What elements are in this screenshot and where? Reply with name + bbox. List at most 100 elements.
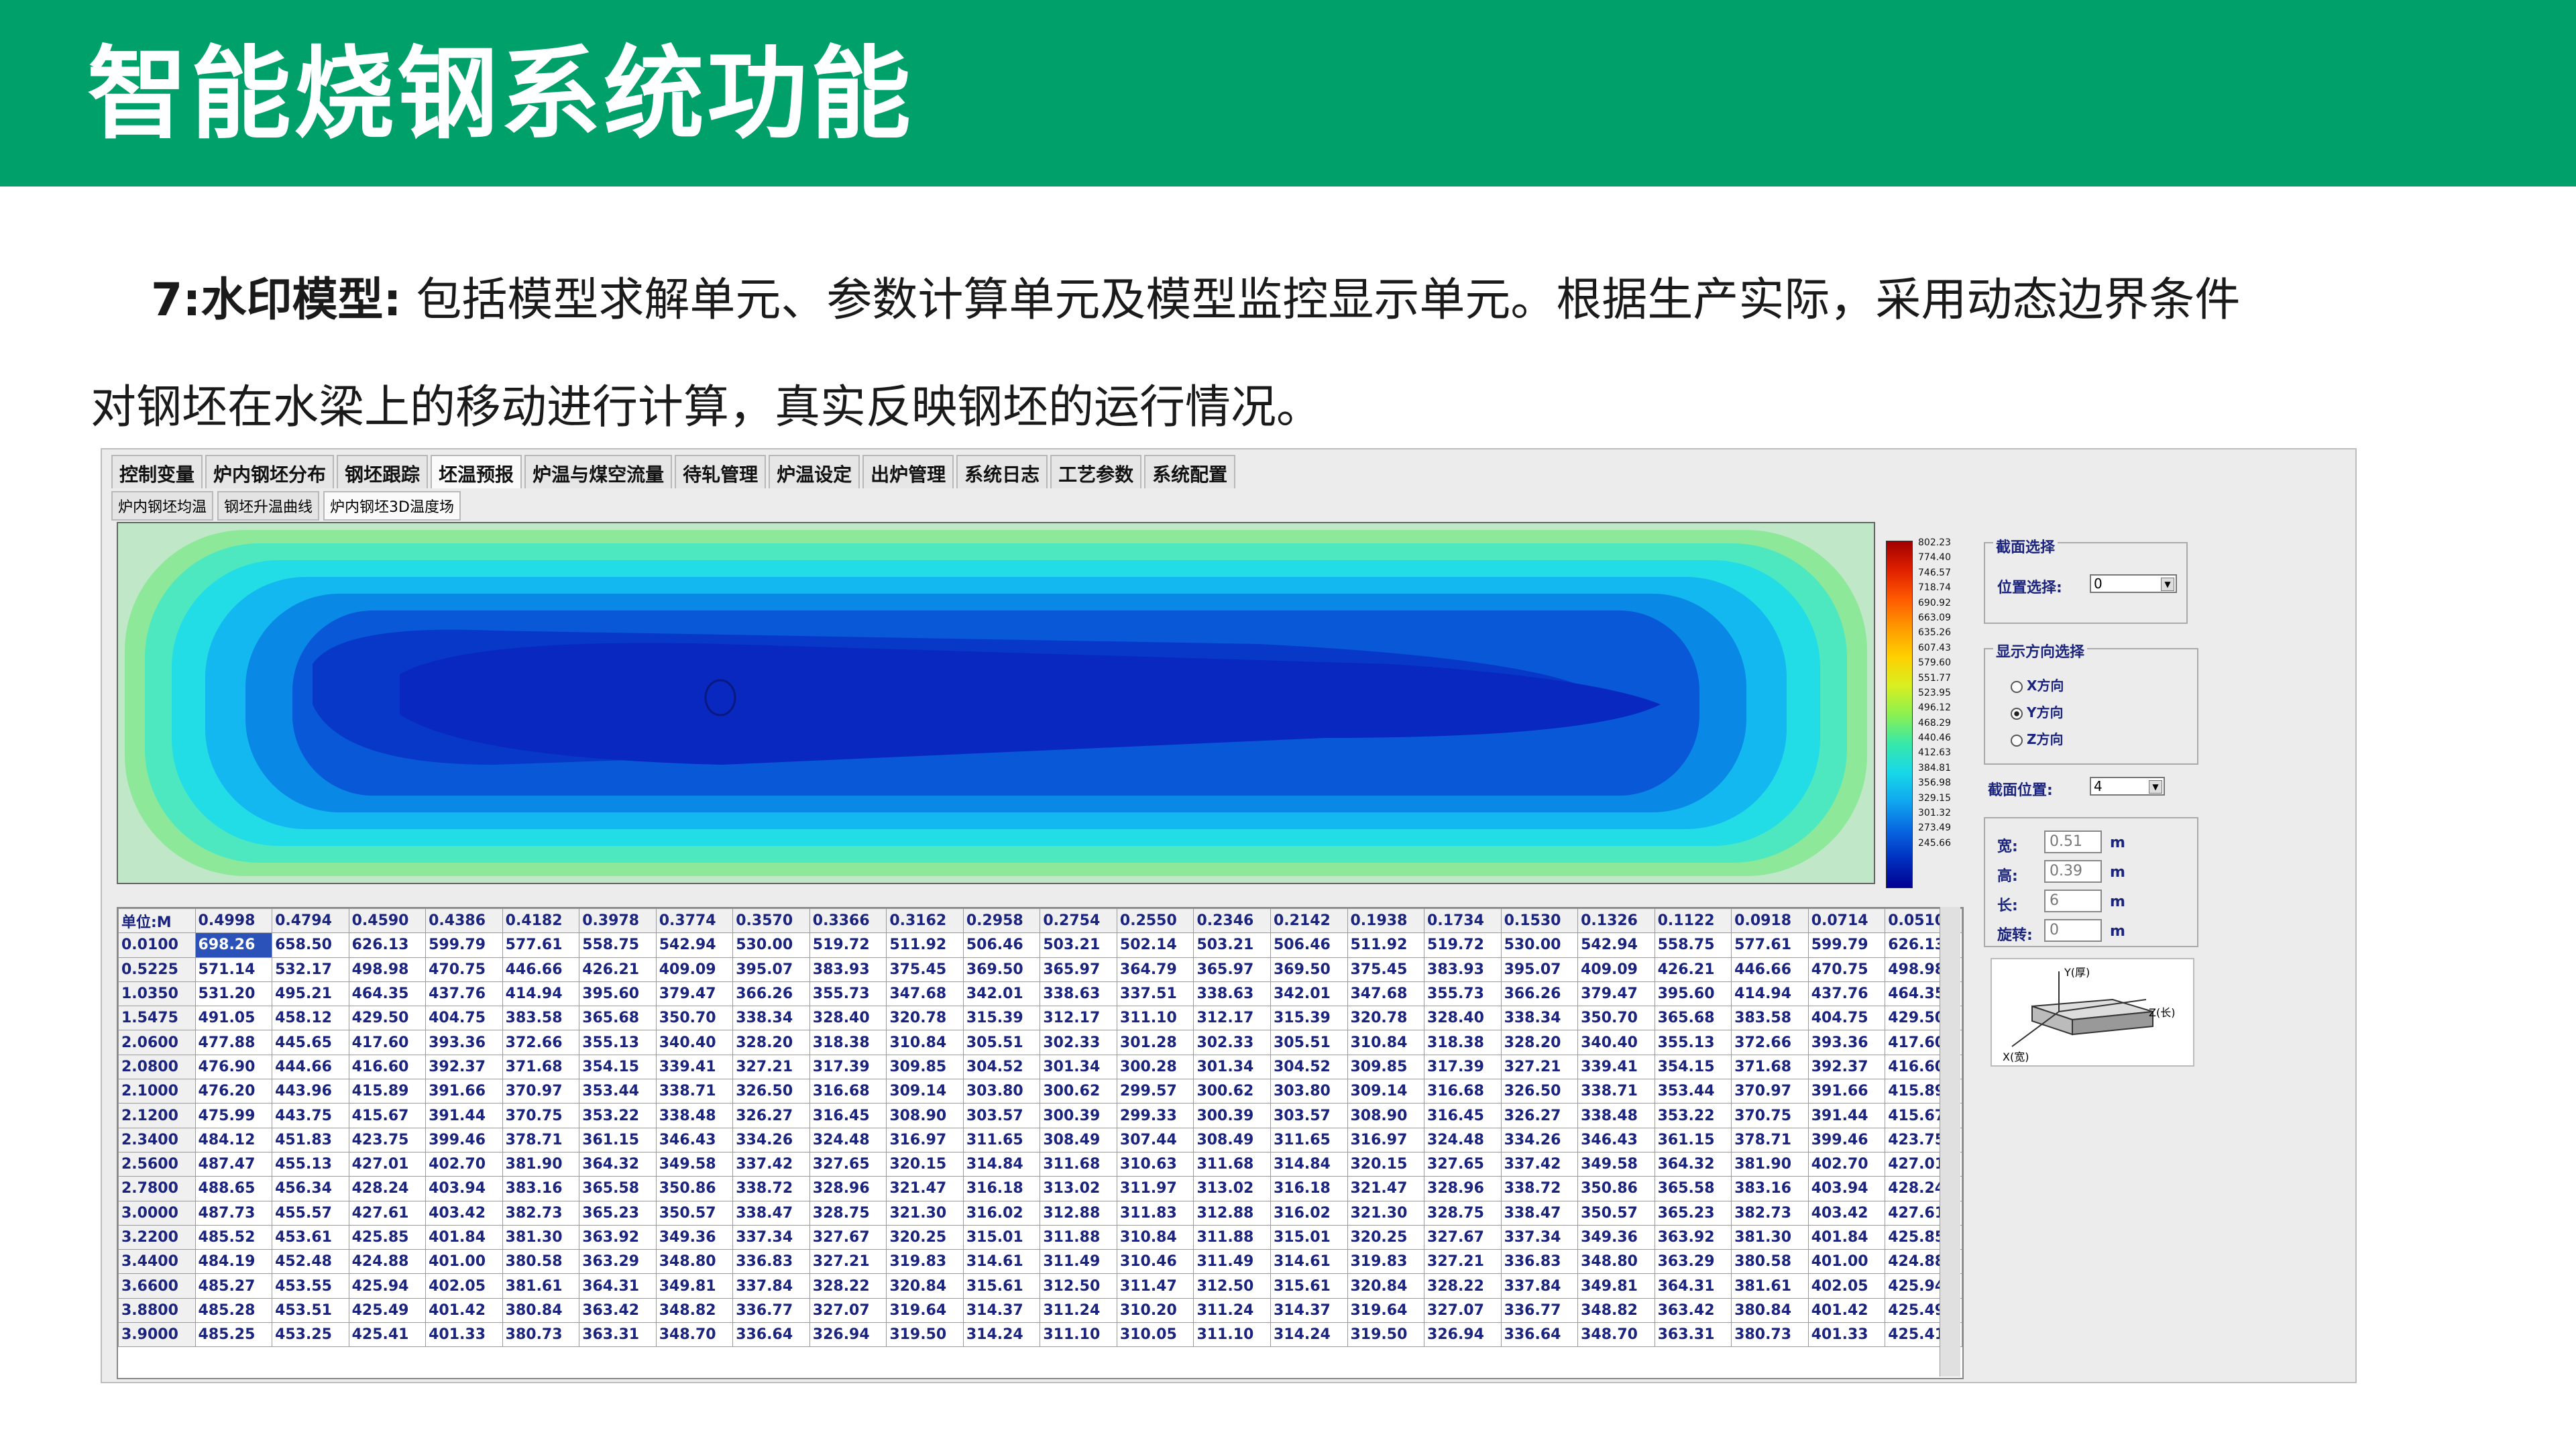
table-cell[interactable]: 308.49 xyxy=(1040,1127,1117,1152)
table-cell[interactable]: 350.70 xyxy=(655,1006,734,1031)
table-cell[interactable]: 444.66 xyxy=(272,1054,349,1080)
table-cell[interactable]: 530.00 xyxy=(1500,932,1579,958)
table-cell[interactable]: 379.47 xyxy=(655,981,734,1007)
table-cell[interactable]: 336.77 xyxy=(732,1297,810,1324)
row-header-cell[interactable]: 3.8800 xyxy=(118,1297,196,1324)
row-header-cell[interactable]: 3.2200 xyxy=(118,1224,196,1250)
table-cell[interactable]: 326.94 xyxy=(1424,1322,1502,1348)
table-cell[interactable]: 348.80 xyxy=(655,1249,734,1275)
table-cell[interactable]: 313.02 xyxy=(1193,1176,1271,1201)
table-cell[interactable]: 491.05 xyxy=(194,1006,273,1031)
table-header-cell[interactable]: 0.0918 xyxy=(1731,908,1809,934)
table-cell[interactable]: 365.23 xyxy=(579,1200,657,1226)
table-cell[interactable]: 571.14 xyxy=(194,957,273,982)
table-cell[interactable]: 370.97 xyxy=(1731,1079,1809,1104)
table-cell[interactable]: 429.50 xyxy=(348,1006,427,1031)
table-cell[interactable]: 319.83 xyxy=(1347,1249,1425,1275)
table-cell[interactable]: 321.47 xyxy=(886,1176,964,1201)
table-cell[interactable]: 348.70 xyxy=(655,1322,734,1348)
table-cell[interactable]: 311.83 xyxy=(1116,1200,1194,1226)
table-cell[interactable]: 303.57 xyxy=(1270,1103,1348,1128)
direction-radio-1[interactable]: Y方向 xyxy=(2011,702,2063,721)
table-cell[interactable]: 380.84 xyxy=(1731,1297,1809,1324)
table-cell[interactable]: 321.47 xyxy=(1347,1176,1425,1201)
table-cell[interactable]: 311.24 xyxy=(1193,1297,1271,1324)
table-cell[interactable]: 327.67 xyxy=(809,1224,887,1250)
table-cell[interactable]: 336.64 xyxy=(1500,1322,1579,1348)
tab-7[interactable]: 出炉管理 xyxy=(862,455,954,488)
table-cell[interactable]: 311.47 xyxy=(1116,1273,1194,1299)
table-cell[interactable]: 392.37 xyxy=(1807,1054,1886,1080)
table-cell[interactable]: 451.83 xyxy=(272,1127,349,1152)
table-cell[interactable]: 334.26 xyxy=(732,1127,810,1152)
table-cell[interactable]: 452.48 xyxy=(272,1249,349,1275)
table-cell[interactable]: 485.27 xyxy=(194,1273,273,1299)
table-cell[interactable]: 558.75 xyxy=(579,932,657,958)
tab-5[interactable]: 待轧管理 xyxy=(675,455,767,488)
table-cell[interactable]: 399.46 xyxy=(1807,1127,1886,1152)
table-cell[interactable]: 365.23 xyxy=(1654,1200,1732,1226)
table-cell[interactable]: 350.57 xyxy=(1577,1200,1655,1226)
table-cell[interactable]: 401.84 xyxy=(425,1224,503,1250)
table-cell[interactable]: 626.13 xyxy=(348,932,427,958)
table-cell[interactable]: 464.35 xyxy=(348,981,427,1007)
table-cell[interactable]: 328.75 xyxy=(809,1200,887,1226)
table-cell[interactable]: 382.73 xyxy=(502,1200,580,1226)
table-cell[interactable]: 318.38 xyxy=(1424,1030,1502,1055)
table-header-cell[interactable]: 0.1530 xyxy=(1500,908,1579,934)
table-cell[interactable]: 320.84 xyxy=(1347,1273,1425,1299)
table-header-cell[interactable]: 0.1938 xyxy=(1347,908,1425,934)
table-cell[interactable]: 381.30 xyxy=(502,1224,580,1250)
subtab-2[interactable]: 炉内钢坯3D温度场 xyxy=(323,491,461,521)
table-cell[interactable]: 458.12 xyxy=(272,1006,349,1031)
table-header-cell[interactable]: 0.3570 xyxy=(732,908,810,934)
table-cell[interactable]: 338.48 xyxy=(1577,1103,1655,1128)
row-header-cell[interactable]: 2.7800 xyxy=(118,1176,196,1201)
table-cell[interactable]: 495.21 xyxy=(272,981,349,1007)
table-cell[interactable]: 426.21 xyxy=(579,957,657,982)
table-cell[interactable]: 326.27 xyxy=(1500,1103,1579,1128)
table-cell[interactable]: 311.49 xyxy=(1193,1249,1271,1275)
table-cell[interactable]: 353.44 xyxy=(1654,1079,1732,1104)
table-cell[interactable]: 311.68 xyxy=(1193,1151,1271,1177)
table-cell[interactable]: 395.60 xyxy=(1654,981,1732,1007)
table-cell[interactable]: 309.14 xyxy=(1347,1079,1425,1104)
table-cell[interactable]: 307.44 xyxy=(1116,1127,1194,1152)
table-cell[interactable]: 350.57 xyxy=(655,1200,734,1226)
table-cell[interactable]: 299.57 xyxy=(1116,1079,1194,1104)
table-cell[interactable]: 371.68 xyxy=(502,1054,580,1080)
table-cell[interactable]: 328.20 xyxy=(1500,1030,1579,1055)
table-cell[interactable]: 437.76 xyxy=(425,981,503,1007)
table-cell[interactable]: 380.58 xyxy=(502,1249,580,1275)
table-cell[interactable]: 328.22 xyxy=(1424,1273,1502,1299)
table-header-cell[interactable]: 0.3774 xyxy=(655,908,734,934)
table-cell[interactable]: 328.20 xyxy=(732,1030,810,1055)
length-field[interactable]: 6 xyxy=(2044,890,2102,912)
table-cell[interactable]: 316.97 xyxy=(886,1127,964,1152)
table-cell[interactable]: 369.50 xyxy=(1270,957,1348,982)
table-cell[interactable]: 319.64 xyxy=(1347,1297,1425,1324)
table-cell[interactable]: 301.34 xyxy=(1040,1054,1117,1080)
table-cell[interactable]: 314.84 xyxy=(1270,1151,1348,1177)
table-cell[interactable]: 327.21 xyxy=(1500,1054,1579,1080)
table-cell[interactable]: 365.68 xyxy=(579,1006,657,1031)
table-cell[interactable]: 383.58 xyxy=(502,1006,580,1031)
table-cell[interactable]: 577.61 xyxy=(1731,932,1809,958)
table-cell[interactable]: 380.58 xyxy=(1731,1249,1809,1275)
table-cell[interactable]: 339.41 xyxy=(1577,1054,1655,1080)
table-cell[interactable]: 337.34 xyxy=(732,1224,810,1250)
table-cell[interactable]: 303.80 xyxy=(962,1079,1041,1104)
row-header-cell[interactable]: 0.0100 xyxy=(118,932,196,958)
table-cell[interactable]: 599.79 xyxy=(1807,932,1886,958)
table-cell[interactable]: 317.39 xyxy=(809,1054,887,1080)
table-cell[interactable]: 311.24 xyxy=(1040,1297,1117,1324)
table-cell[interactable]: 326.27 xyxy=(732,1103,810,1128)
table-cell[interactable]: 402.70 xyxy=(1807,1151,1886,1177)
table-cell[interactable]: 311.10 xyxy=(1193,1322,1271,1348)
table-cell[interactable]: 300.28 xyxy=(1116,1054,1194,1080)
table-cell[interactable]: 371.68 xyxy=(1731,1054,1809,1080)
tab-3[interactable]: 坯温预报 xyxy=(431,455,522,488)
table-cell[interactable]: 519.72 xyxy=(809,932,887,958)
table-cell[interactable]: 326.94 xyxy=(809,1322,887,1348)
table-cell[interactable]: 365.58 xyxy=(1654,1176,1732,1201)
